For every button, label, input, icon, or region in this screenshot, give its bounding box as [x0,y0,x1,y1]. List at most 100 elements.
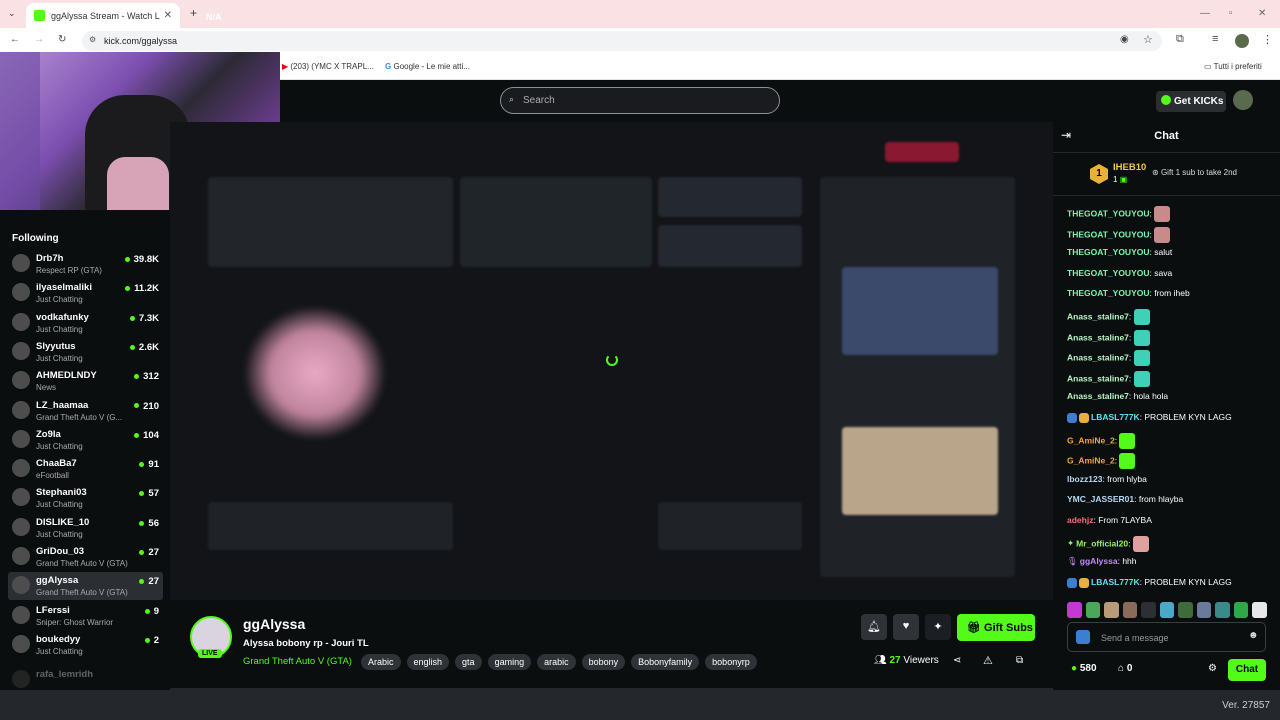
clip-icon[interactable]: ⧉ [1016,655,1023,666]
version-label: Ver. 27857 [1222,700,1270,711]
browser-menu-icon[interactable]: ⋮ [1262,33,1273,46]
channel-category: Just Chatting [36,500,83,510]
search-input[interactable]: ⌕ Search [500,87,780,114]
minimize-icon[interactable]: — [1200,8,1210,19]
maximize-icon[interactable]: ▫ [1229,8,1233,19]
sidebar-channel-item[interactable]: ggAlyssa Grand Theft Auto V (GTA) 27 [8,572,163,601]
effects-button[interactable]: ✦ [925,614,951,640]
chat-username[interactable]: Anass_staline7 [1067,352,1129,362]
emote-icon[interactable] [1085,602,1101,618]
chat-username[interactable]: THEGOAT_YOUYOU [1067,229,1150,239]
browser-tab[interactable]: ggAlyssa Stream - Watch Live o ✕ [26,3,180,28]
emote-icon[interactable] [1233,602,1249,618]
drops-count[interactable]: ⌂ 0 [1118,663,1132,674]
sidebar-channel-item[interactable]: LZ_haamaa Grand Theft Auto V (G... 210 [8,397,163,425]
chat-username[interactable]: adehjz [1067,515,1093,525]
emote-icon[interactable] [1104,602,1119,618]
emote-icon[interactable] [1252,602,1268,618]
sidebar-channel-item[interactable]: vodkafunky Just Chatting 7.3K [8,309,163,337]
sidebar-channel-item[interactable]: AHMEDLNDY News 312 [8,367,163,395]
extensions-icon[interactable]: ⧉ [1176,33,1184,46]
share-icon[interactable]: ⋖ [953,655,961,666]
profile-avatar[interactable] [1235,34,1249,48]
chat-username[interactable]: YMC_JASSER01 [1067,494,1134,504]
reading-list-icon[interactable]: ≡ [1212,33,1218,45]
back-icon[interactable]: ← [10,34,20,45]
chat-username[interactable]: THEGOAT_YOUYOU [1067,268,1150,278]
chat-username[interactable]: Anass_staline7 [1067,391,1129,401]
stream-video-frame [245,307,385,439]
chat-username[interactable]: THEGOAT_YOUYOU [1067,208,1150,218]
kick-favicon-icon [34,10,45,21]
chat-username[interactable]: G_AmiNe_2 [1067,435,1115,445]
sidebar-channel-item[interactable]: LFerssi Sniper: Ghost Warrior 9 [8,602,163,630]
stream-category[interactable]: Grand Theft Auto V (GTA) [243,656,352,667]
chat-username[interactable]: LBASL777K [1091,412,1140,422]
channel-name: vodkafunky [36,311,89,323]
stream-tag[interactable]: english [406,654,450,670]
channel-category: Just Chatting [36,441,83,451]
chat-input[interactable]: Send a message ☻ [1067,622,1266,652]
emote-icon[interactable] [1196,602,1212,618]
chat-username[interactable]: LBASL777K [1091,577,1140,587]
bookmark-google[interactable]: G Google - Le mie atti... [385,62,470,71]
emote-icon[interactable] [1141,602,1156,618]
report-icon[interactable]: ⚠ [983,654,993,667]
chat-message: YMC_JASSER01: from hlayba [1067,494,1184,505]
sidebar-channel-item[interactable]: ChaaBa7 eFootball 91 [8,455,163,483]
chat-username[interactable]: ggAlyssa [1080,556,1118,566]
site-info-icon[interactable]: ⚙ [89,35,96,44]
sidebar-channel-item[interactable]: Zo9la Just Chatting 104 [8,426,163,454]
new-tab-icon[interactable]: + [190,6,197,20]
follow-button[interactable]: ♥ [893,614,919,640]
gift-subs-button[interactable]: 🎁︎ Gift Subs [957,614,1035,641]
chat-username[interactable]: Anass_staline7 [1067,373,1129,383]
emote-icon[interactable] [1178,602,1193,618]
stream-tag[interactable]: gaming [487,654,532,670]
emote-icon[interactable] [1159,602,1175,618]
chat-username[interactable]: Anass_staline7 [1067,311,1129,321]
chat-username[interactable]: THEGOAT_YOUYOU [1067,247,1150,257]
chat-username[interactable]: THEGOAT_YOUYOU [1067,288,1150,298]
chat-username[interactable]: Mr_official20 [1076,538,1128,548]
chat-username[interactable]: G_AmiNe_2 [1067,455,1115,465]
sidebar-channel-item[interactable]: boukedyy Just Chatting 2 [8,631,163,659]
sidebar-channel-item[interactable]: Slyyutus Just Chatting 2.6K [8,338,163,366]
reload-icon[interactable]: ↻ [58,34,66,45]
stream-tag[interactable]: bobony [581,654,626,670]
tab-search-icon[interactable]: ⌄ [8,8,16,19]
bookmarks-folder[interactable]: ▭ Tutti i preferiti [1204,62,1262,71]
pinned-user[interactable]: IHEB10 [1113,162,1146,173]
stream-tag[interactable]: gta [455,654,482,670]
kicks-balance[interactable]: ● 580 [1071,663,1097,674]
stream-tag[interactable]: arabic [537,654,576,670]
chat-settings-icon[interactable]: ⚙ [1208,663,1217,674]
get-kicks-button[interactable]: Get KICKs [1156,91,1226,112]
chat-username[interactable]: Anass_staline7 [1067,332,1129,342]
sidebar-channel-item[interactable]: ilyaselmaliki Just Chatting 11.2K [8,279,163,307]
eye-off-icon[interactable]: ◉ [1120,34,1129,45]
forward-icon[interactable]: → [34,34,44,45]
streamer-name[interactable]: ggAlyssa [243,616,305,632]
close-tab-icon[interactable]: ✕ [164,10,172,21]
emote-icon[interactable] [1067,602,1082,618]
emote-icon[interactable] [1215,602,1230,618]
send-chat-button[interactable]: Chat [1228,659,1266,681]
close-window-icon[interactable]: ✕ [1258,8,1266,19]
stream-tag[interactable]: Bobonyfamily [631,654,700,670]
sidebar-channel-item[interactable]: Drb7h Respect RP (GTA) 39.8K [8,250,163,278]
bookmark-star-icon[interactable]: ☆ [1143,33,1153,46]
emote-icon[interactable] [1122,602,1138,618]
channel-category: Just Chatting [36,529,83,539]
emoji-icon[interactable]: ☻ [1248,630,1259,641]
stream-tag[interactable]: bobonyrp [705,654,757,670]
notify-bell-button[interactable]: 🔔︎ [861,614,887,640]
chat-username[interactable]: lbozz123 [1067,474,1102,484]
sidebar-channel-item[interactable]: DISLIKE_10 Just Chatting 56 [8,514,163,542]
bookmark-youtube[interactable]: ▶ (203) (YMC X TRAPL... [282,62,374,71]
sidebar-channel-item[interactable]: Stephani03 Just Chatting 57 [8,484,163,512]
sidebar-channel-item[interactable]: GriDou_03 Grand Theft Auto V (GTA) 27 [8,543,163,571]
stream-tag[interactable]: Arabic [361,654,401,670]
user-avatar[interactable] [1233,90,1253,110]
url-field[interactable]: ⚙ kick.com/ggalyssa [82,31,1162,51]
